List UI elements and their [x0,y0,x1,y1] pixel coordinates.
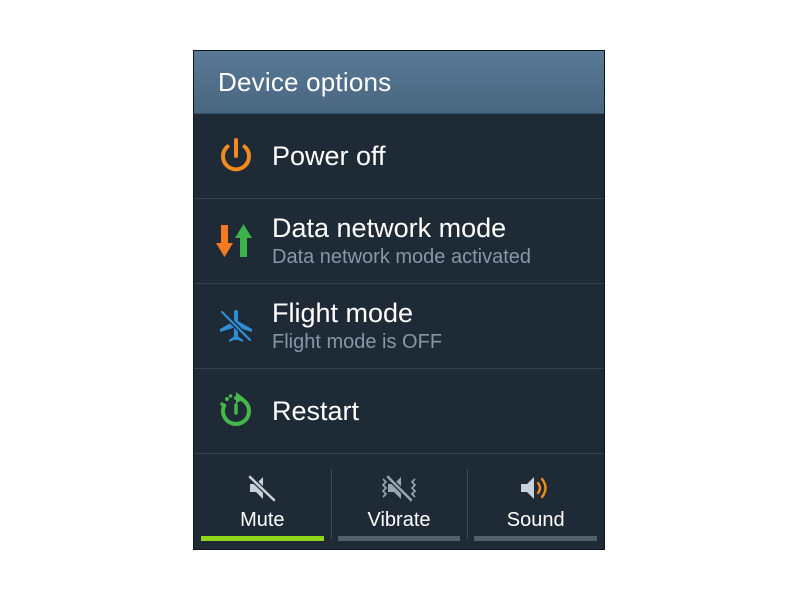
restart-label: Restart [272,396,360,426]
vibrate-label: Vibrate [367,509,431,531]
device-options-dialog: Device options Power off Data network mo… [193,50,605,550]
vibrate-button[interactable]: Vibrate [330,457,468,549]
power-off-label: Power off [272,141,386,171]
vibrate-indicator [337,536,461,541]
flight-mode-option[interactable]: Flight mode Flight mode is OFF [194,284,604,369]
data-network-mode-label: Data network mode [272,213,507,243]
mute-button[interactable]: Mute [194,457,331,549]
speaker-mute-icon [247,473,277,503]
dialog-title-bar: Device options [194,51,604,114]
speaker-sound-icon [519,473,553,503]
data-network-mode-option[interactable]: Data network mode Data network mode acti… [194,199,604,284]
mute-active-indicator [201,536,324,541]
data-network-mode-status: Data network mode activated [272,246,532,268]
airplane-off-icon [216,306,256,346]
data-arrows-icon [216,221,256,261]
sound-indicator [474,536,598,541]
restart-option[interactable]: Restart [194,369,604,454]
mute-label: Mute [240,509,285,531]
flight-mode-label: Flight mode [272,298,414,328]
sound-button[interactable]: Sound [467,457,604,549]
sound-label: Sound [506,509,565,531]
flight-mode-status: Flight mode is OFF [272,331,443,353]
power-off-option[interactable]: Power off [194,114,604,199]
vibrate-icon [380,473,418,503]
power-icon [216,136,256,176]
restart-icon [216,391,256,431]
dialog-title: Device options [218,66,392,97]
sound-mode-bar: Mute Vibrate Sound [194,457,604,549]
